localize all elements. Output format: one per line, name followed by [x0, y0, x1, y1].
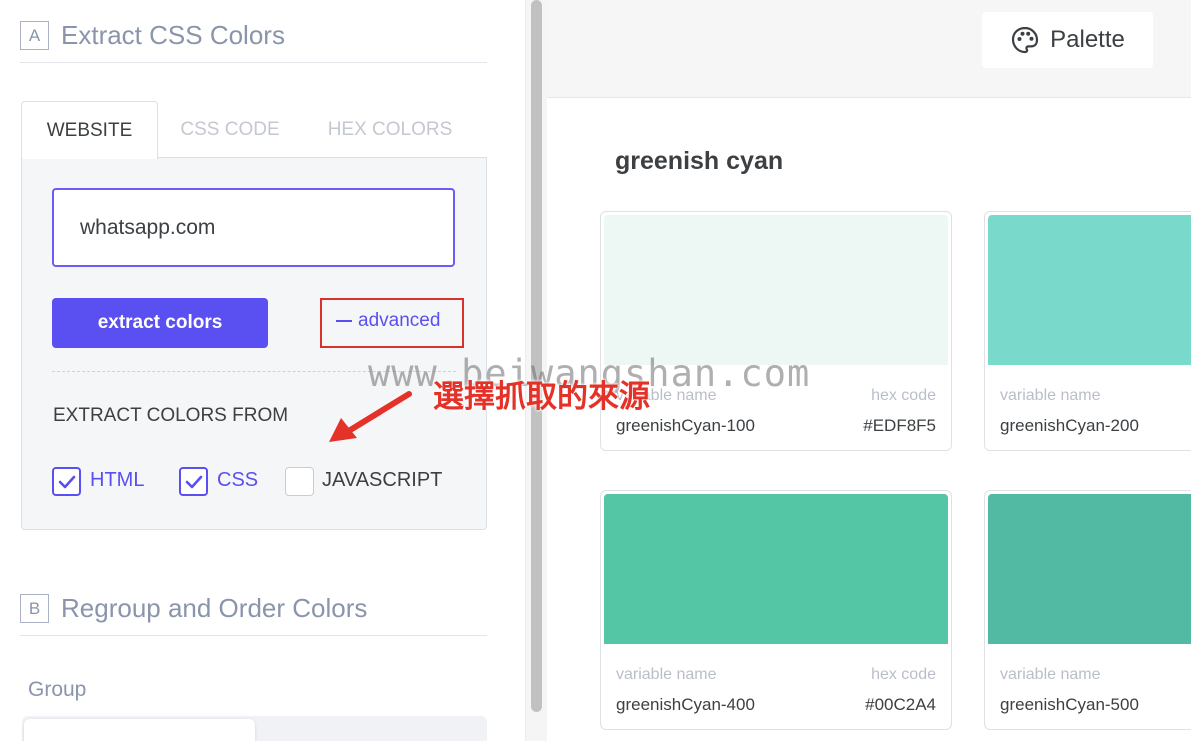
section-a-title: Extract CSS Colors — [61, 20, 285, 50]
section-a-header: A Extract CSS Colors — [20, 20, 285, 51]
hex-code-label: hex code — [871, 387, 936, 404]
variable-name-value: greenishCyan-100 — [616, 416, 755, 435]
color-swatch[interactable] — [988, 494, 1191, 644]
checkmark-icon — [58, 475, 75, 488]
variable-name-label: variable name — [616, 666, 717, 683]
color-group-title: greenish cyan — [615, 147, 784, 175]
css-checkbox[interactable] — [179, 467, 208, 496]
color-card[interactable]: variable name greenishCyan-200 — [984, 211, 1191, 451]
variable-name-value: greenishCyan-400 — [616, 695, 755, 714]
section-b-header: B Regroup and Order Colors — [20, 593, 367, 624]
color-card[interactable]: variable name greenishCyan-500 — [984, 490, 1191, 730]
palette-icon — [1012, 26, 1039, 54]
palette-button-label: Palette — [1050, 26, 1125, 53]
color-card[interactable]: variable name hex code greenishCyan-400 … — [600, 490, 952, 730]
variable-name-label: variable name — [1000, 387, 1101, 404]
javascript-checkbox[interactable] — [285, 467, 314, 496]
tab-css-code[interactable]: CSS CODE — [160, 101, 300, 158]
hex-code-label: hex code — [871, 666, 936, 683]
hex-code-value: #EDF8F5 — [863, 416, 936, 435]
hex-code-value: #00C2A4 — [865, 695, 936, 714]
section-b-divider — [20, 635, 487, 636]
variable-name-value: greenishCyan-200 — [1000, 416, 1139, 435]
variable-name-value: greenishCyan-500 — [1000, 695, 1139, 714]
annotation-text: 選擇抓取的來源 — [433, 379, 650, 415]
advanced-toggle[interactable]: advanced — [336, 310, 440, 332]
extract-from-label: EXTRACT COLORS FROM — [53, 405, 289, 426]
javascript-checkbox-label[interactable]: JAVASCRIPT — [322, 469, 442, 492]
annotation-arrow-icon — [329, 391, 412, 442]
color-swatch[interactable] — [604, 215, 948, 365]
tab-website[interactable]: WEBSITE — [21, 101, 158, 159]
color-swatch[interactable] — [604, 494, 948, 644]
section-b-title: Regroup and Order Colors — [61, 593, 368, 623]
group-option-selected[interactable] — [24, 719, 255, 741]
section-b-letter: B — [20, 594, 49, 623]
advanced-label: advanced — [358, 310, 441, 331]
minus-icon — [336, 320, 352, 322]
color-swatch[interactable] — [988, 215, 1191, 365]
color-card[interactable]: variable name hex code greenishCyan-100 … — [600, 211, 952, 451]
tab-hex-colors[interactable]: HEX COLORS — [310, 101, 470, 158]
variable-name-label: variable name — [1000, 666, 1101, 683]
css-checkbox-label[interactable]: CSS — [217, 469, 258, 492]
extract-colors-button[interactable]: extract colors — [52, 298, 268, 348]
section-a-letter: A — [20, 21, 49, 50]
html-checkbox[interactable] — [52, 467, 81, 496]
html-checkbox-label[interactable]: HTML — [90, 469, 144, 492]
section-a-divider — [20, 62, 487, 63]
group-label: Group — [28, 678, 87, 701]
checkmark-icon — [185, 475, 202, 488]
palette-button[interactable]: Palette — [982, 12, 1153, 68]
url-input[interactable] — [52, 188, 455, 267]
